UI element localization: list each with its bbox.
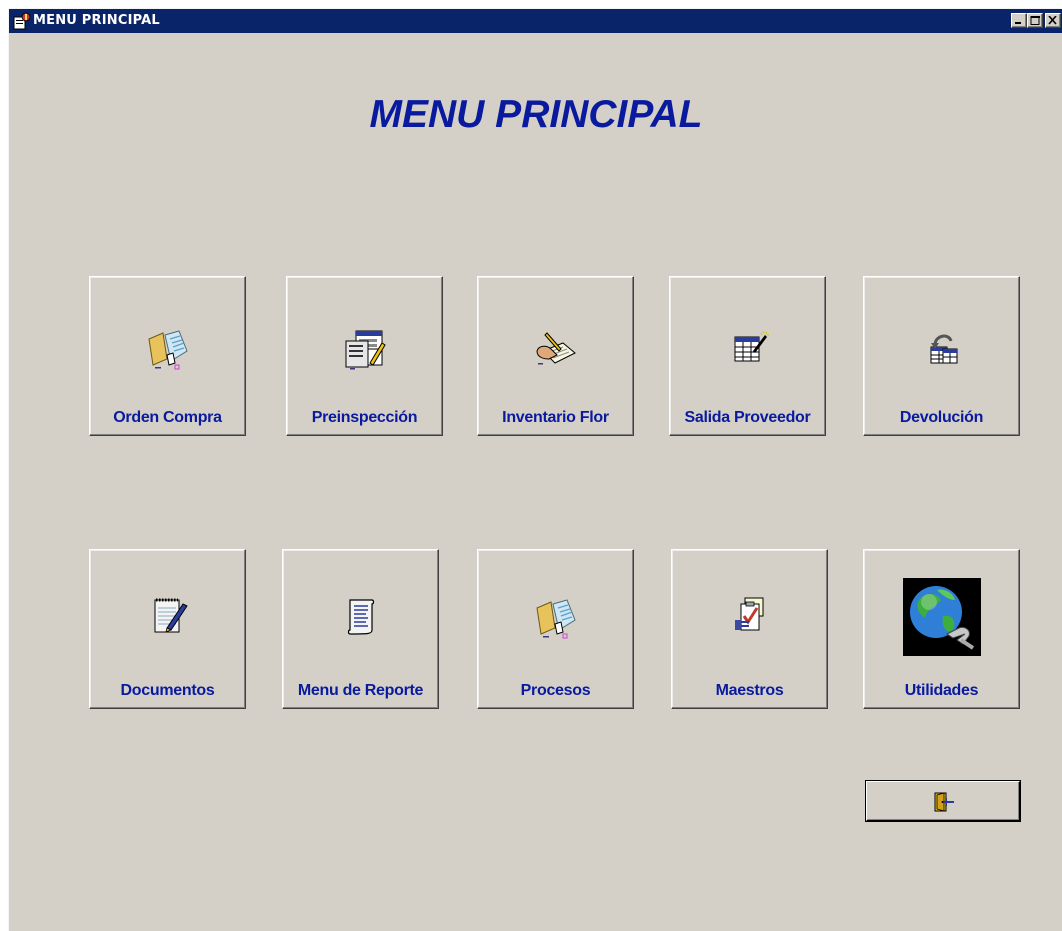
return-tables-icon: [930, 334, 957, 364]
exit-button[interactable]: [866, 781, 1020, 821]
orden-compra-label: Orden Compra: [113, 409, 222, 426]
documentos-button[interactable]: Documentos: [89, 549, 246, 709]
globe-network-icon: [902, 578, 981, 656]
window-title: MENU PRINCIPAL: [33, 13, 160, 28]
minimize-icon: [1015, 22, 1021, 24]
procesos-label: Procesos: [520, 682, 591, 699]
minimize-button[interactable]: [1011, 13, 1027, 28]
maximize-icon: [1030, 16, 1040, 25]
salida-proveedor-button[interactable]: Salida Proveedor: [669, 276, 826, 436]
menu-de-reporte-button[interactable]: Menu de Reporte: [282, 549, 439, 709]
preinspeccion-label: Preinspección: [311, 409, 418, 426]
inventario-flor-button[interactable]: Inventario Flor: [477, 276, 634, 436]
salida-proveedor-label: Salida Proveedor: [684, 409, 811, 426]
folder-document-icon: [535, 599, 576, 639]
checklist-icon: [734, 597, 763, 631]
devolucion-label: Devolución: [899, 409, 984, 426]
orden-compra-button[interactable]: Orden Compra: [89, 276, 246, 436]
maestros-label: Maestros: [715, 682, 784, 699]
devolucion-button[interactable]: Devolución: [863, 276, 1020, 436]
title-bar[interactable]: MENU PRINCIPAL: [9, 9, 1062, 33]
maximize-button[interactable]: [1027, 13, 1043, 28]
exit-door-icon: [934, 792, 954, 812]
procesos-button[interactable]: Procesos: [477, 549, 634, 709]
app-icon: [13, 12, 31, 30]
report-scroll-icon: [347, 599, 374, 635]
folder-document-icon: [147, 330, 188, 370]
notepad-pen-icon: [154, 598, 188, 633]
close-icon: [1048, 16, 1057, 25]
main-menu-window: MENU PRINCIPAL MENU PRINCIPAL Orden Comp…: [8, 8, 1062, 931]
page-heading: MENU PRINCIPAL: [369, 93, 703, 136]
menu-de-reporte-label: Menu de Reporte: [297, 682, 424, 699]
table-magic-wand-icon: [734, 330, 769, 362]
inventario-flor-label: Inventario Flor: [502, 409, 609, 426]
preinspeccion-button[interactable]: Preinspección: [286, 276, 443, 436]
maestros-button[interactable]: Maestros: [671, 549, 828, 709]
hand-writing-notepad-icon: [535, 332, 576, 365]
utilidades-button[interactable]: Utilidades: [863, 549, 1020, 709]
forms-edit-icon: [345, 330, 386, 370]
close-button[interactable]: [1045, 13, 1061, 28]
documentos-label: Documentos: [120, 682, 215, 699]
utilidades-label: Utilidades: [904, 682, 979, 699]
